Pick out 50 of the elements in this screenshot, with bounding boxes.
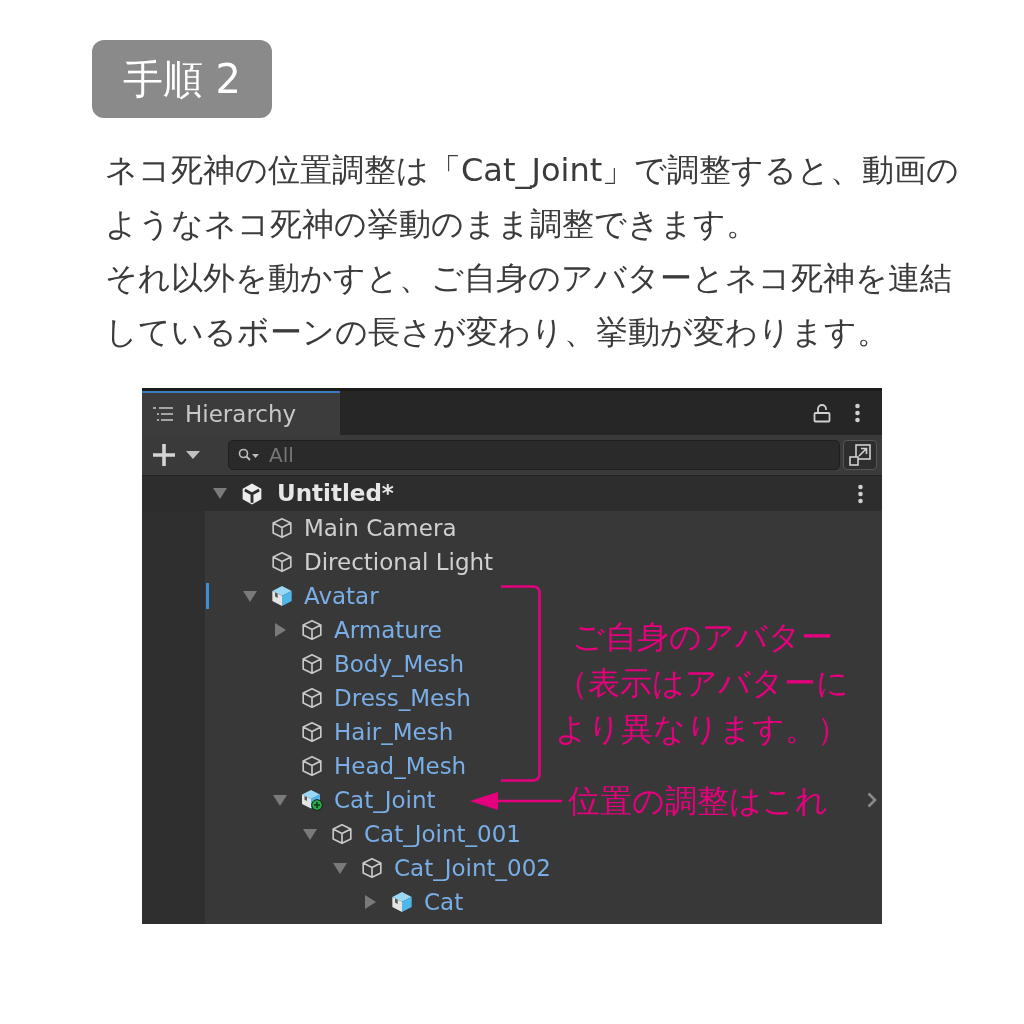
cube-icon: [301, 721, 323, 743]
box-plus-icon: [301, 789, 323, 811]
annotation-text: ご自身のアバター（表示はアバターにより異なります。）: [554, 617, 850, 750]
popout-icon: [848, 443, 872, 467]
cube-icon: [331, 823, 353, 845]
annotation-text: 位置の調整はこれ: [568, 781, 828, 822]
tree-item-label[interactable]: Cat_Joint_002: [394, 853, 551, 883]
cube-icon: [301, 653, 323, 675]
tree-item-label[interactable]: Cat_Joint: [334, 785, 436, 815]
cube-icon: [301, 687, 323, 709]
tree-item-label[interactable]: Hair_Mesh: [334, 717, 454, 747]
tree-item-label[interactable]: Directional Light: [304, 547, 494, 577]
cube-icon: [301, 755, 323, 777]
instruction-text: ネコ死神の位置調整は「Cat_Joint」で調整すると、動画のようなネコ死神の挙動のまま調整できます。: [105, 150, 961, 245]
tree-item-label[interactable]: Body_Mesh: [334, 649, 465, 679]
lock-icon[interactable]: [813, 403, 831, 423]
more-icon[interactable]: [855, 403, 860, 423]
tree-item-label[interactable]: Cat_Joint_001: [364, 819, 521, 849]
cube-icon: [301, 619, 323, 641]
tree-item-label[interactable]: Cat: [424, 887, 464, 917]
search-field[interactable]: All: [228, 440, 840, 470]
collapsed-arrow-icon[interactable]: [364, 895, 376, 909]
box-icon: [271, 585, 293, 607]
tree-item-label[interactable]: Dress_Mesh: [334, 683, 471, 713]
tree-item-label[interactable]: Head_Mesh: [334, 751, 467, 781]
step-badge: 手順 2: [92, 40, 272, 118]
tree-item-label[interactable]: Main Camera: [304, 513, 457, 543]
box-icon: [391, 891, 413, 913]
expanded-arrow-icon[interactable]: [243, 590, 257, 602]
chevron-icon[interactable]: [867, 792, 877, 808]
expanded-arrow-icon[interactable]: [303, 828, 317, 840]
more-icon[interactable]: [858, 483, 863, 504]
expanded-arrow-icon[interactable]: [273, 794, 287, 806]
instruction-text: それ以外を動かすと、ご自身のアバターとネコ死神を連結しているボーンの長さが変わり、挙動が変わります。: [105, 258, 953, 353]
expanded-arrow-icon[interactable]: [333, 862, 347, 874]
caret-icon[interactable]: [186, 451, 200, 459]
tree-item-label[interactable]: Avatar: [304, 581, 379, 611]
collapsed-arrow-icon[interactable]: [274, 623, 286, 637]
search-icon: [238, 448, 260, 462]
list-icon: [152, 406, 174, 422]
cube-icon: [271, 517, 293, 539]
plus-icon[interactable]: [152, 443, 176, 467]
cube-icon: [271, 551, 293, 573]
expanded-arrow-icon[interactable]: [213, 488, 227, 499]
hierarchy-tab[interactable]: Hierarchy: [142, 391, 340, 435]
cube-icon: [361, 857, 383, 879]
tree-item-label[interactable]: Armature: [334, 615, 442, 645]
cube-logo-icon: [241, 482, 263, 505]
scene-name[interactable]: Untitled*: [277, 476, 394, 511]
popout-button[interactable]: [843, 440, 877, 470]
